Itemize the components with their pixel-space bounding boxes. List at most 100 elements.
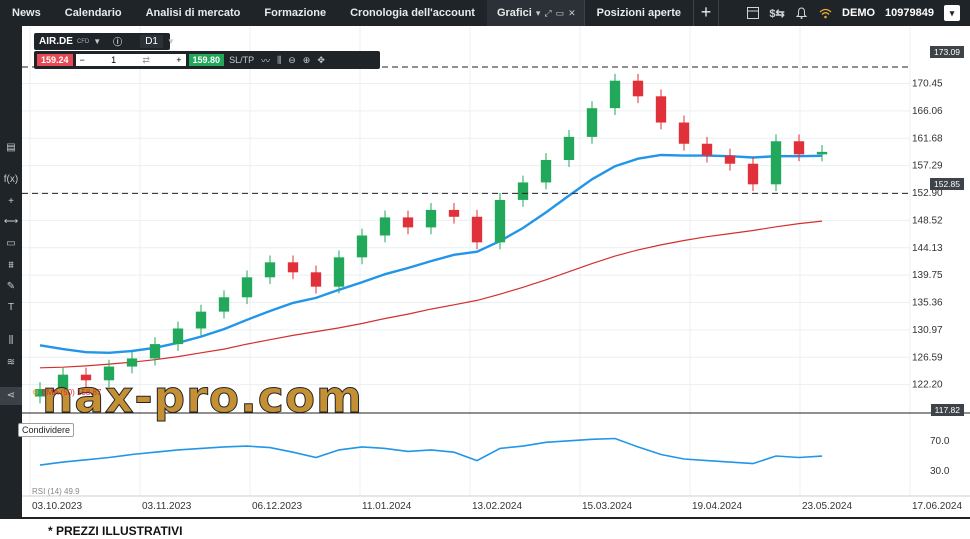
nav-grafici-label: Grafici [496, 7, 532, 19]
chevron-down-icon[interactable]: ▼ [167, 37, 175, 46]
toolbox-icon[interactable]: ▤ [0, 139, 22, 157]
share-tooltip: Condividere [18, 423, 75, 437]
zoom-out-icon[interactable]: ⊖ [286, 55, 298, 66]
instrument-type: CFD [76, 38, 90, 45]
date-tick-label: 19.04.2024 [692, 501, 742, 512]
quantity-value[interactable]: 1 [111, 54, 116, 66]
candle-body [402, 217, 414, 228]
candle-body [356, 235, 368, 258]
candle-body [287, 262, 299, 273]
candle-body [770, 141, 782, 185]
add-tab-button[interactable]: + [692, 0, 719, 26]
info-icon[interactable]: ⓘ [113, 35, 122, 48]
instrument-symbol: AIR.DE [39, 36, 73, 47]
rsi-tick-label: 30.0 [930, 466, 950, 477]
footer: * PREZZI ILLUSTRATIVI [0, 517, 970, 539]
nav-calendario[interactable]: Calendario [53, 0, 134, 26]
timeframe-select[interactable]: D1 [140, 35, 163, 48]
chart-area[interactable]: 170.45 166.06 161.68 157.29 152.90 148.52 144.… [22, 26, 970, 517]
candle-body [632, 80, 644, 97]
ema50-line [39, 153, 823, 355]
crosshair-icon[interactable]: + [0, 193, 22, 211]
pencil-icon[interactable]: ✎ [0, 278, 22, 296]
rsi-indicator-label[interactable]: RSI (14) 49.9 [32, 487, 80, 496]
indicator-settings-icon[interactable]: ⚙ [32, 388, 39, 397]
nav-formazione[interactable]: Formazione [252, 0, 338, 26]
ema-indicator-label[interactable]: ⚙ EMA (50) 158.87 [32, 388, 101, 397]
function-icon[interactable]: f(x) [0, 171, 22, 189]
sltp-button[interactable]: SL/TP [227, 55, 256, 65]
price-tick-label: 166.06 [912, 106, 943, 117]
price-tick-label: 126.59 [912, 352, 943, 363]
nav-cronologia[interactable]: Cronologia dell'account [338, 0, 487, 26]
expand-icon[interactable]: ⤢ [544, 8, 551, 19]
bell-icon[interactable] [794, 6, 808, 20]
rsi-path [39, 437, 823, 466]
chevron-down-icon: ▼ [93, 37, 102, 46]
grid-icon[interactable] [746, 6, 760, 20]
dollar-switch-icon[interactable]: $⇆ [769, 6, 784, 20]
share-icon[interactable]: ⋖ [0, 387, 22, 405]
instrument-selector[interactable]: AIR.DE CFD ▼ ⓘ D1 ▼ [34, 33, 175, 50]
horizontal-line-icon[interactable]: ⟷ [0, 213, 22, 231]
candle-icon[interactable]: ⫼ [275, 55, 283, 66]
chart-grid [22, 26, 970, 497]
disclaimer-text: * PREZZI ILLUSTRATIVI [48, 524, 183, 538]
date-tick-label: 15.03.2024 [582, 501, 632, 512]
candle-body [494, 199, 506, 243]
price-chart[interactable]: 170.45166.06161.68157.29152.90148.52144.… [22, 26, 970, 517]
candle-body [747, 163, 759, 185]
date-tick-label: 03.11.2023 [142, 501, 192, 512]
candle-body [241, 277, 253, 298]
top-navigation: News Calendario Analisi di mercato Forma… [0, 0, 970, 26]
candle-body [126, 358, 138, 367]
ema-label-text: EMA (50) 158.87 [41, 388, 102, 397]
buy-button[interactable]: 159.80 [188, 54, 225, 66]
date-tick-label: 03.10.2023 [32, 501, 82, 512]
wifi-icon [818, 6, 832, 20]
swap-icon: ⇄ [142, 55, 150, 65]
rsi-panel [39, 437, 823, 466]
nav-posizioni-aperte[interactable]: Posizioni aperte [585, 0, 693, 26]
rectangle-icon[interactable]: ▭ [0, 235, 22, 253]
account-number: 10979849 [885, 7, 934, 19]
candle-body [149, 344, 161, 359]
price-tick-label: 135.36 [912, 298, 943, 309]
lower-level-tag: 152.85 [930, 178, 964, 190]
trade-panel: 159.24 − 1 ⇄ + 159.80 SL/TP 〰 ⫼ ⊖ ⊕ ✥ [34, 51, 380, 69]
zoom-in-icon[interactable]: ⊕ [301, 55, 313, 66]
price-tick-label: 144.13 [912, 243, 943, 254]
nav-analisi[interactable]: Analisi di mercato [134, 0, 253, 26]
quantity-stepper[interactable]: − 1 ⇄ + [75, 54, 186, 66]
account-dropdown-icon[interactable]: ▾ [944, 5, 960, 21]
candle-body [586, 108, 598, 137]
price-tick-label: 148.52 [912, 215, 943, 226]
watermark: nax-pro.com [42, 372, 363, 424]
candle-body [218, 297, 230, 312]
nav-grafici-tab[interactable]: Grafici ▾ ⤢ ▭ ✕ [486, 0, 584, 26]
candle-type-icon[interactable]: ⫼ [0, 332, 22, 350]
price-tick-label: 157.29 [912, 161, 943, 172]
date-tick-label: 13.02.2024 [472, 501, 522, 512]
minus-icon[interactable]: − [80, 54, 85, 66]
account-type: DEMO [842, 7, 876, 19]
close-icon[interactable]: ✕ [568, 8, 576, 19]
line-chart-icon[interactable]: 〰 [259, 54, 272, 67]
nav-news[interactable]: News [0, 0, 53, 26]
candle-body [379, 217, 391, 236]
price-axis: 170.45166.06161.68157.29152.90148.52144.… [912, 79, 950, 478]
trading-app: News Calendario Analisi di mercato Forma… [0, 0, 970, 539]
text-tool-icon[interactable]: T [0, 299, 22, 317]
plus-icon[interactable]: + [176, 54, 181, 66]
fibonacci-icon[interactable]: ⩩ [0, 257, 22, 275]
price-tick-label: 161.68 [912, 133, 943, 144]
candle-body [678, 122, 690, 144]
candle-body [540, 159, 552, 183]
candle-body [793, 141, 805, 155]
minimize-icon[interactable]: ▭ [556, 8, 565, 19]
move-icon[interactable]: ✥ [315, 55, 327, 66]
price-tick-label: 130.97 [912, 325, 943, 336]
sell-button[interactable]: 159.24 [37, 54, 73, 66]
ema50-path [39, 153, 823, 355]
layers-icon[interactable]: ≋ [0, 354, 22, 372]
